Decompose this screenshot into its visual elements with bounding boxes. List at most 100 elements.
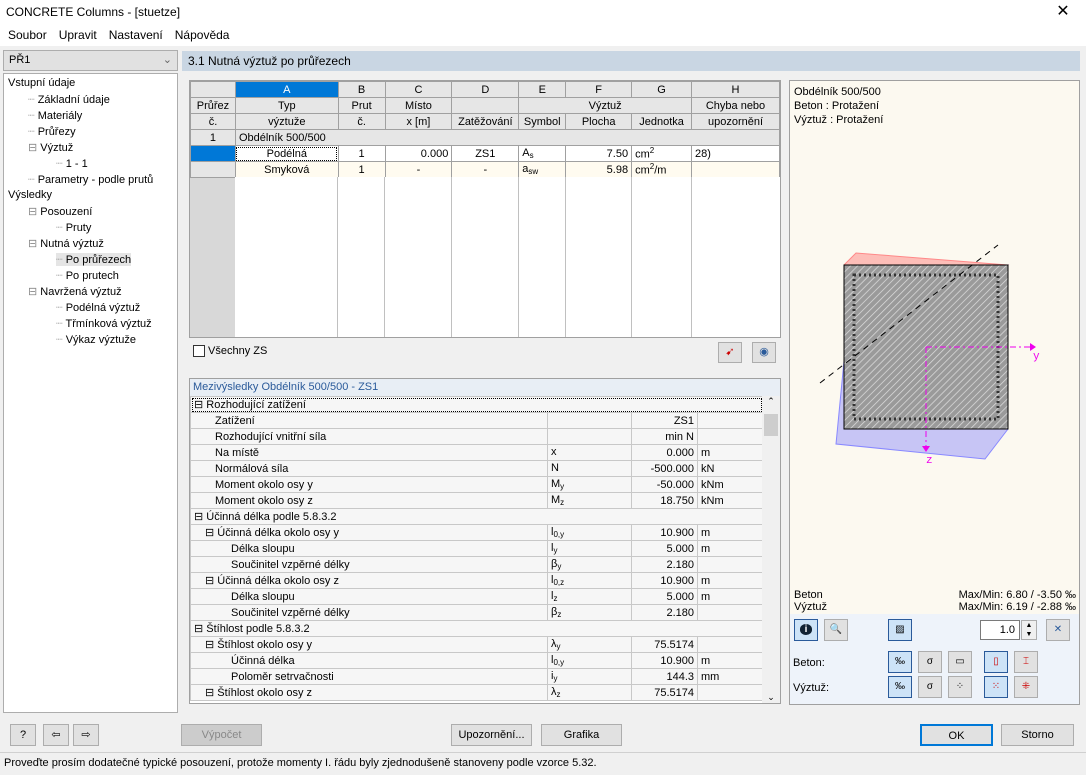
table-row[interactable]: Podélná 1 0.000 ZS1 As 7.50 cm2 28) [190,145,780,162]
tree-item[interactable]: ⊟ Nutná výztuž [28,237,104,250]
beton-strain-button[interactable]: ‰ [888,651,912,673]
tree-item[interactable]: ┈ Podélná výztuž [56,301,140,314]
scroll-thumb[interactable] [764,414,778,436]
result-row[interactable]: Moment okolo osy y My -50.000 kNm [190,476,763,493]
tree-item[interactable]: ┈ Výkaz výztuže [56,333,136,346]
tree-item[interactable]: ┈ Parametry - podle prutů [28,173,153,186]
result-row[interactable]: ⊟ Účinná délka podle 5.8.3.2 [190,508,763,525]
result-row[interactable]: Poloměr setrvačnosti iy 144.3 mm [190,668,763,685]
result-row[interactable]: Rozhodující vnitřní síla min N [190,428,763,445]
collapse-icon[interactable]: ⊟ [28,286,40,298]
col-c[interactable]: C [384,81,453,98]
result-row[interactable]: Zatížení ZS1 [190,412,763,429]
collapse-icon[interactable]: ⊟ [205,527,214,539]
col-a[interactable]: A [234,81,339,98]
scrollbar[interactable]: ⌃ ⌄ [762,396,780,703]
cell-typ[interactable]: Smyková [234,161,339,178]
collapse-icon[interactable]: ⊟ [205,639,214,651]
warnings-button[interactable]: Upozornění... [451,724,532,746]
section-header[interactable]: ⊟ Účinná délka podle 5.8.3.2 [190,508,763,525]
collapse-icon[interactable]: ⊟ [28,206,40,218]
corner-cell[interactable] [190,81,236,98]
cell-chyba[interactable] [691,161,780,178]
scroll-up-icon[interactable]: ⌃ [762,396,780,407]
row-header[interactable] [190,145,236,162]
ok-button[interactable]: OK [920,724,993,746]
result-row[interactable]: Délka sloupu lz 5.000 m [190,588,763,605]
menu-settings[interactable]: Nastavení [103,28,169,42]
tree-item[interactable]: ┈ Pruty [56,221,91,234]
result-row[interactable]: ⊟ Štíhlost okolo osy z λz 75.5174 [190,684,763,701]
col-e[interactable]: E [518,81,567,98]
vyztuz-bars-all-button[interactable]: ⁜ [1014,676,1038,698]
scale-input[interactable]: 1.0 [980,620,1020,640]
cell-chyba[interactable]: 28) [691,145,780,162]
collapse-icon[interactable]: ⊟ [28,238,40,250]
vyztuz-bars-button[interactable]: ⁙ [984,676,1008,698]
tree-item[interactable]: Vstupní údaje [8,77,75,89]
result-row[interactable]: Délka sloupu ly 5.000 m [190,540,763,557]
cell-x[interactable]: 0.000 [384,145,453,162]
tree-item[interactable]: ┈ 1 - 1 [56,157,88,170]
col-h[interactable]: H [691,81,780,98]
tree-item[interactable]: ┈ Třmínková výztuž [56,317,152,330]
result-row[interactable]: ⊟ Účinná délka okolo osy y l0,y 10.900 m [190,524,763,541]
beton-values-button[interactable]: ▭ [948,651,972,673]
tree-item[interactable]: ┈ Po prutech [56,269,119,282]
result-row[interactable]: Součinitel vzpěrné délky βy 2.180 [190,556,763,573]
all-cases-checkbox[interactable] [193,345,205,357]
result-row[interactable]: Součinitel vzpěrné délky βz 2.180 [190,604,763,621]
col-d[interactable]: D [451,81,520,98]
menu-help[interactable]: Nápověda [169,28,236,42]
help-button[interactable]: ? [10,724,36,746]
tree-item[interactable]: ┈ Po průřezech [56,253,132,266]
result-row[interactable]: Moment okolo osy z Mz 18.750 kNm [190,492,763,509]
collapse-icon[interactable]: ⊟ [194,511,203,523]
result-row[interactable]: Na místě x 0.000 m [190,444,763,461]
tree-item[interactable]: ⊟ Posouzení [28,205,92,218]
cell-zat[interactable]: - [451,161,520,178]
scale-spinner[interactable]: ▲ ▼ [1021,620,1037,640]
col-f[interactable]: F [565,81,633,98]
vyztuz-strain-button[interactable]: ‰ [888,676,912,698]
previous-button[interactable]: ⇦ [43,724,69,746]
menu-file[interactable]: Soubor [2,28,53,42]
tree-item[interactable]: ⊟ Navržená výztuž [28,285,122,298]
result-row[interactable]: ⊟ Účinná délka okolo osy z l0,z 10.900 m [190,572,763,589]
section-header[interactable]: ⊟ Štíhlost podle 5.8.3.2 [190,620,763,637]
row-header[interactable] [190,161,236,178]
scroll-down-icon[interactable]: ⌄ [762,692,780,703]
collapse-icon[interactable]: ⊟ [194,399,203,411]
col-g[interactable]: G [631,81,693,98]
zoom-list-button[interactable]: 🔍 [824,619,848,641]
cell-prut[interactable]: 1 [337,161,386,178]
result-row[interactable]: ⊟ Štíhlost podle 5.8.3.2 [190,620,763,637]
tree-item[interactable]: ┈ Základní údaje [28,93,110,106]
load-case-select[interactable]: PŘ1 ⌄ [3,50,178,71]
group-number[interactable]: 1 [190,129,236,146]
beton-section-all-button[interactable]: ⌶ [1014,651,1038,673]
collapse-icon[interactable]: ⊟ [205,575,214,587]
calculate-button[interactable]: Výpočet [181,724,262,746]
tree-item[interactable]: ⊟ Výztuž [28,141,73,154]
tree-item[interactable]: ┈ Materiály [28,109,82,122]
menu-edit[interactable]: Upravit [53,28,103,42]
tree-item[interactable]: Výsledky [8,189,52,201]
section-header[interactable]: ⊟ Rozhodující zatížení [190,396,763,413]
info-button[interactable]: i [794,619,818,641]
beton-section-button[interactable]: ▯ [984,651,1008,673]
cell-typ[interactable]: Podélná [234,145,339,162]
collapse-icon[interactable]: ⊟ [205,687,214,699]
table-row[interactable]: Smyková 1 - - asw 5.98 cm2/m [190,161,780,178]
vyztuz-values-button[interactable]: ⁘ [948,676,972,698]
cell-zat[interactable]: ZS1 [451,145,520,162]
graphics-button[interactable]: Grafika [541,724,622,746]
collapse-icon[interactable]: ⊟ [28,142,40,154]
close-button[interactable]: ✕ [1040,0,1086,24]
vyztuz-stress-button[interactable]: σ [918,676,942,698]
col-b[interactable]: B [337,81,386,98]
cell-x[interactable]: - [384,161,453,178]
result-row[interactable]: ⊟ Štíhlost okolo osy y λy 75.5174 [190,636,763,653]
view-button[interactable]: ◉ [752,342,776,363]
cancel-button[interactable]: Storno [1001,724,1074,746]
